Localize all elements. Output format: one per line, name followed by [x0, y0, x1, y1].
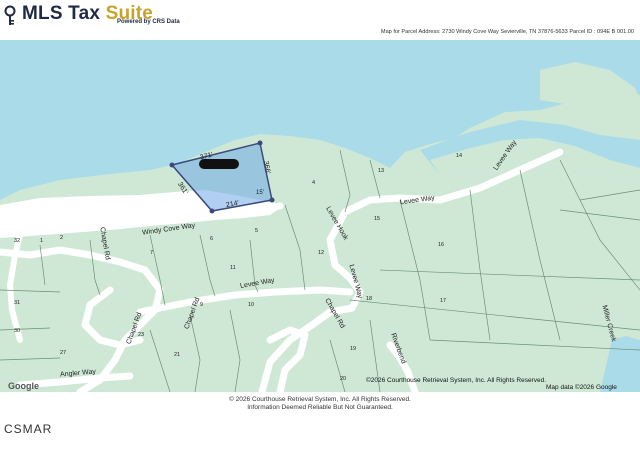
lot-number: 9 [200, 302, 204, 308]
lot-number: 7 [150, 250, 154, 256]
lot-number: 11 [230, 265, 236, 271]
footer-disclaimer: Information Deemed Reliable But Not Guar… [247, 404, 393, 411]
lot-number: 20 [340, 376, 347, 382]
lot-number: 5 [255, 228, 259, 234]
lot-number: 23 [138, 332, 145, 338]
dim-small: 15' [256, 190, 264, 196]
google-logo: Google [8, 381, 39, 391]
lot-number: 31 [14, 300, 21, 306]
logo-subtitle: Powered by CRS Data [117, 19, 180, 25]
parcel-vertex [269, 197, 275, 203]
lot-number: 16 [438, 242, 445, 248]
lot-number: 12 [318, 250, 325, 256]
lot-number: 30 [14, 328, 21, 334]
footer-copyright: © 2026 Courthouse Retrieval System, Inc.… [229, 396, 411, 403]
lot-number: 21 [174, 352, 181, 358]
parcel-vertex [257, 140, 263, 146]
header: MLS Tax Suite Powered by CRS Data Map fo… [0, 0, 640, 40]
map-canvas[interactable] [0, 40, 640, 392]
map-data-attribution[interactable]: Map data ©2026 Google [546, 384, 617, 391]
lot-number: 15 [374, 216, 381, 222]
mls-tax-suite-logo[interactable]: MLS Tax Suite Powered by CRS Data [2, 3, 202, 33]
lot-number: 19 [350, 346, 357, 352]
brand-logo: CSMAR [4, 422, 53, 436]
parcel-map[interactable]: 371' 361' 366' 214' 15' Windy Cove Way L… [0, 40, 640, 392]
parcel-vertex [209, 208, 215, 214]
map-caption: Map for Parcel Address: 2730 Windy Cove … [380, 29, 634, 35]
lot-number: 18 [366, 296, 373, 302]
lot-number: 27 [60, 350, 67, 356]
lot-number: 32 [14, 238, 21, 244]
lot-number: 10 [248, 302, 255, 308]
lot-number: 6 [210, 236, 214, 242]
map-copyright: ©2026 Courthouse Retrieval System, Inc. … [366, 377, 547, 384]
redaction-mark [199, 159, 239, 169]
lot-number: 13 [378, 168, 385, 174]
key-icon [4, 5, 16, 25]
lot-number: 2 [60, 235, 64, 241]
logo-title-main: MLS Tax [22, 3, 106, 24]
parcel-vertex [169, 162, 175, 168]
lot-number: 4 [312, 180, 316, 186]
lot-number: 14 [456, 153, 463, 159]
lot-number: 1 [40, 238, 44, 244]
lot-number: 17 [440, 298, 447, 304]
